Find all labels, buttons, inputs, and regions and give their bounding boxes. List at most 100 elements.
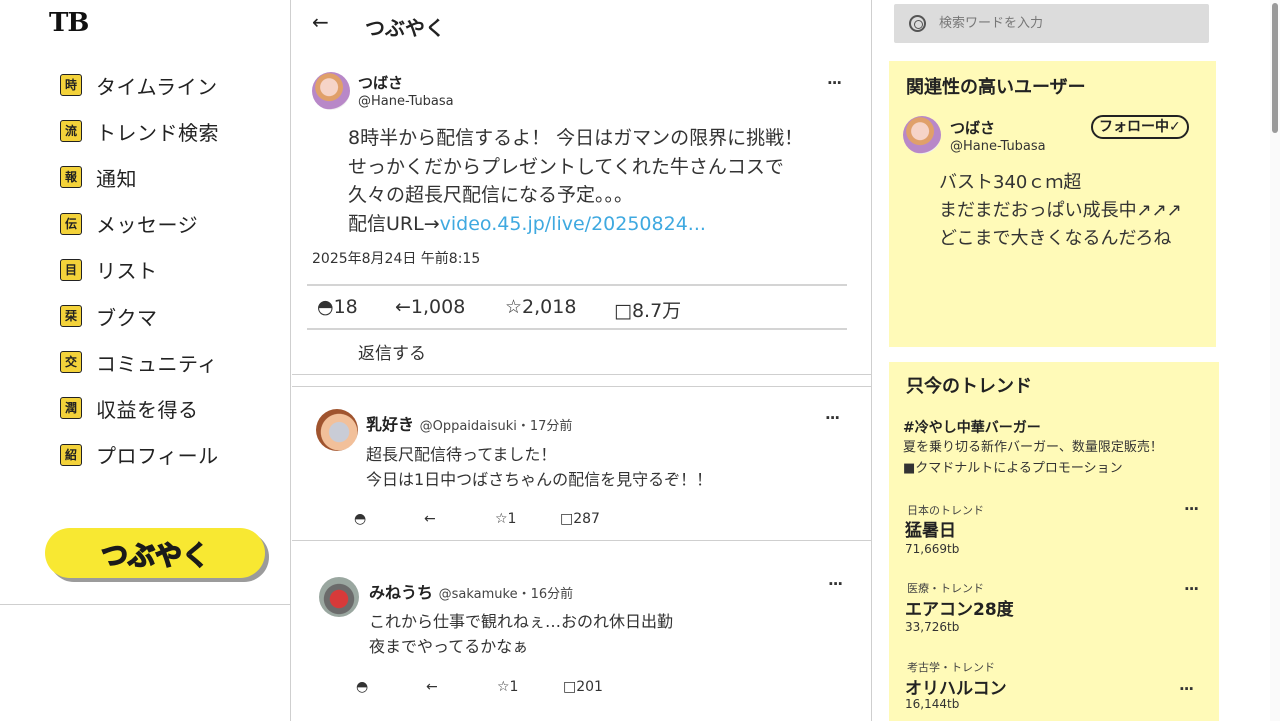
- search-icon: [909, 15, 926, 32]
- nav-label: メッセージ: [96, 213, 199, 238]
- community-icon: 交: [60, 351, 82, 374]
- reply-item[interactable]: 乳好き @Oppaidaisuki・17分前 ··· 超長尺配信待ってました！ …: [292, 387, 872, 539]
- trend-category: 考古学・トレンド: [907, 661, 995, 674]
- related-users-title: 関連性の高いユーザー: [906, 77, 1086, 98]
- search-bar[interactable]: [894, 4, 1209, 43]
- reply-line: これから仕事で観れねぇ…おのれ休日出勤: [369, 612, 674, 631]
- trend-name: オリハルコン: [905, 679, 1007, 699]
- like-action[interactable]: ☆1: [495, 511, 516, 527]
- tweet-line: せっかくだからプレゼントしてくれた牛さんコスで: [348, 155, 784, 178]
- nav-label: トレンド検索: [96, 120, 219, 145]
- nav-item-monetize[interactable]: 潤 収益を得る: [60, 385, 219, 431]
- avatar[interactable]: [319, 577, 359, 617]
- nav-label: 通知: [96, 166, 137, 191]
- page-title: つぶやく: [365, 16, 445, 40]
- message-icon: 伝: [60, 212, 82, 235]
- main-column: ← つぶやく つばさ @Hane-Tubasa ··· 8時半から配信するよ！ …: [292, 0, 872, 721]
- author-name[interactable]: つばさ: [358, 72, 403, 93]
- more-options-icon[interactable]: ···: [1179, 680, 1194, 698]
- promoted-trend-desc: 夏を乗り切る新作バーガー、数量限定販売！ ■クマドナルトによるプロモーション: [903, 437, 1163, 479]
- more-options-icon[interactable]: ···: [825, 409, 840, 427]
- related-user-name[interactable]: つばさ: [950, 117, 995, 138]
- left-sidebar: TB 時 タイムライン 流 トレンド検索 報 通知 伝 メッセージ 目 リスト …: [0, 0, 291, 721]
- reply-text: これから仕事で観れねぇ…おのれ休日出勤 夜までやってるかなぁ: [369, 609, 673, 659]
- trend-icon: 流: [60, 120, 82, 143]
- reply-line: 夜までやってるかなぁ: [369, 637, 529, 656]
- more-options-icon[interactable]: ···: [828, 575, 843, 593]
- nav-label: コミュニティ: [96, 351, 218, 376]
- link-prefix: 配信URL→: [348, 212, 440, 235]
- nav-label: 収益を得る: [96, 397, 199, 422]
- reply-item[interactable]: みねうち @sakamuke・16分前 ··· これから仕事で観れねぇ…おのれ休…: [292, 541, 872, 721]
- avatar[interactable]: [316, 409, 358, 451]
- trend-name: エアコン28度: [905, 600, 1014, 620]
- bookmark-icon: 栞: [60, 305, 82, 328]
- reply-line: 今日は1日中つばさちゃんの配信を見守るぞ！！: [366, 470, 713, 489]
- tweet-line: 久々の超長尺配信になる予定。。。: [348, 184, 634, 206]
- tweet-timestamp: 2025年8月24日 午前8:15: [312, 251, 481, 267]
- back-arrow-icon[interactable]: ←: [312, 10, 329, 34]
- tweet-link-line: 配信URL→video.45.jp/live/20250824...: [348, 210, 803, 239]
- reply-author[interactable]: みねうち @sakamuke・16分前: [369, 579, 573, 603]
- app-logo[interactable]: TB: [49, 8, 89, 38]
- page-header: ← つぶやく: [292, 0, 872, 46]
- author-handle[interactable]: @Hane-Tubasa: [358, 94, 454, 109]
- bio-line: まだまだおっぱい成長中↗↗↗: [939, 200, 1182, 221]
- reply-meta: @sakamuke・16分前: [438, 587, 574, 602]
- list-icon: 目: [60, 258, 82, 281]
- monetize-icon: 潤: [60, 397, 82, 420]
- repost-action[interactable]: ←: [424, 511, 436, 527]
- trend-name: 猛暑日: [905, 521, 956, 541]
- reply-action-icon[interactable]: ◓: [356, 679, 368, 695]
- nav-item-lists[interactable]: 目 リスト: [60, 247, 219, 293]
- trend-count: 33,726tb: [905, 620, 960, 634]
- reply-button[interactable]: 返信する: [358, 339, 426, 364]
- related-user-handle[interactable]: @Hane-Tubasa: [950, 139, 1046, 154]
- reply-author[interactable]: 乳好き @Oppaidaisuki・17分前: [366, 411, 572, 435]
- reply-count[interactable]: ◓18: [317, 296, 358, 318]
- view-count[interactable]: □8.7万: [614, 296, 681, 323]
- like-count[interactable]: ☆2,018: [505, 296, 576, 318]
- timeline-icon: 時: [60, 74, 82, 97]
- nav-item-bookmarks[interactable]: 栞 ブクマ: [60, 293, 219, 339]
- nav-item-notifications[interactable]: 報 通知: [60, 154, 219, 200]
- post-button[interactable]: つぶやく: [45, 528, 265, 578]
- avatar[interactable]: [903, 116, 941, 154]
- bio-line: どこまで大きくなるんだろね: [939, 228, 1172, 249]
- bio-line: バスト340ｃｍ超: [939, 172, 1082, 193]
- more-options-icon[interactable]: ···: [1184, 580, 1199, 598]
- more-options-icon[interactable]: ···: [1184, 500, 1199, 518]
- nav-label: プロフィール: [96, 444, 219, 469]
- reply-line: 超長尺配信待ってました！: [366, 445, 557, 464]
- promo-sponsor: ■クマドナルトによるプロモーション: [903, 461, 1123, 476]
- nav-item-timeline[interactable]: 時 タイムライン: [60, 62, 219, 108]
- reply-author-name: 乳好き: [366, 415, 415, 434]
- trend-count: 71,669tb: [905, 542, 960, 556]
- following-button[interactable]: フォロー中✓: [1091, 115, 1189, 139]
- view-count[interactable]: □287: [560, 511, 600, 527]
- nav-item-profile[interactable]: 紹 プロフィール: [60, 432, 219, 478]
- stream-link[interactable]: video.45.jp/live/20250824...: [440, 213, 706, 235]
- promoted-trend-tag: #冷やし中華バーガー: [903, 420, 1041, 436]
- nav-label: ブクマ: [96, 305, 158, 330]
- scrollbar-thumb[interactable]: [1272, 3, 1278, 133]
- view-count[interactable]: □201: [563, 679, 603, 695]
- divider: [307, 284, 847, 286]
- tweet-text: 8時半から配信するよ！ 今日はガマンの限界に挑戦！ せっかくだからプレゼントして…: [348, 124, 803, 238]
- sidebar-divider: [0, 604, 291, 605]
- page-scrollbar[interactable]: [1270, 0, 1280, 721]
- avatar[interactable]: [312, 72, 350, 110]
- tweet-line: 8時半から配信するよ！ 今日はガマンの限界に挑戦！: [348, 127, 804, 149]
- like-action[interactable]: ☆1: [497, 679, 518, 695]
- nav-item-messages[interactable]: 伝 メッセージ: [60, 201, 219, 247]
- repost-action[interactable]: ←: [426, 679, 438, 695]
- related-users-card: 関連性の高いユーザー つばさ @Hane-Tubasa フォロー中✓ バスト34…: [889, 61, 1216, 347]
- more-options-icon[interactable]: ···: [827, 74, 842, 92]
- repost-count[interactable]: ←1,008: [395, 296, 465, 318]
- nav-label: タイムライン: [96, 74, 218, 99]
- reply-action-icon[interactable]: ◓: [354, 511, 366, 527]
- search-input[interactable]: [939, 12, 1194, 34]
- reply-meta: @Oppaidaisuki・17分前: [419, 419, 573, 434]
- nav-item-community[interactable]: 交 コミュニティ: [60, 339, 219, 385]
- nav-item-trend-search[interactable]: 流 トレンド検索: [60, 108, 219, 154]
